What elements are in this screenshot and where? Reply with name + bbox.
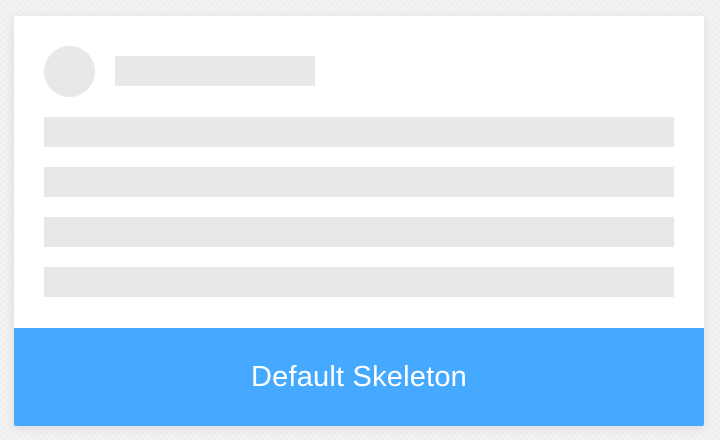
paragraph-skeleton-line-4 — [44, 267, 674, 297]
paragraph-skeleton-line-1 — [44, 117, 674, 147]
paragraph-skeleton-line-3 — [44, 217, 674, 247]
skeleton-placeholder-area — [14, 16, 704, 328]
avatar-skeleton — [44, 46, 95, 97]
skeleton-label-footer: Default Skeleton — [14, 328, 704, 426]
footer-label: Default Skeleton — [251, 360, 467, 393]
paragraph-skeleton-line-2 — [44, 167, 674, 197]
skeleton-demo-card: Default Skeleton — [14, 16, 704, 426]
title-skeleton-line — [115, 56, 315, 86]
